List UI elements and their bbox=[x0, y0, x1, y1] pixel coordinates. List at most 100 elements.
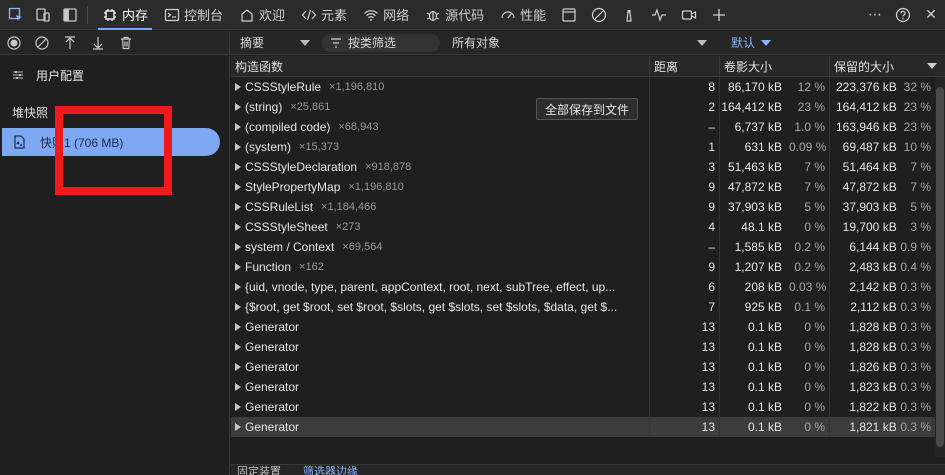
dock-side-icon[interactable] bbox=[59, 4, 81, 26]
inspect-element-icon[interactable] bbox=[5, 4, 27, 26]
retained-size-cell: 37,903 kB 5 % bbox=[830, 197, 945, 217]
application-panel-icon[interactable] bbox=[554, 0, 584, 30]
help-icon[interactable] bbox=[889, 1, 917, 29]
table-row[interactable]: Generator 13 0.1 kB 0 % 1,822 kB 0.3 % bbox=[231, 397, 945, 417]
expand-triangle-icon[interactable] bbox=[235, 283, 241, 291]
expand-triangle-icon[interactable] bbox=[235, 123, 241, 131]
column-header-distance[interactable]: 距离 bbox=[650, 55, 720, 77]
tab-welcome[interactable]: 欢迎 bbox=[231, 0, 293, 30]
constructor-cell: CSSRuleList ×1,184,466 bbox=[231, 197, 650, 217]
table-row[interactable]: Generator 13 0.1 kB 0 % 1,828 kB 0.3 % bbox=[231, 317, 945, 337]
shallow-size-cell: 1,585 kB 0.2 % bbox=[720, 237, 830, 257]
bug-icon bbox=[426, 10, 440, 21]
user-profile-row[interactable]: 用户配置 bbox=[0, 56, 229, 94]
shallow-size-percent: 0 % bbox=[804, 340, 825, 354]
expand-triangle-icon[interactable] bbox=[235, 403, 241, 411]
retained-size-percent: 23 % bbox=[903, 100, 931, 114]
save-all-to-file-button[interactable]: 全部保存到文件 bbox=[536, 98, 639, 120]
shallow-size-value: 47,872 kB bbox=[727, 180, 782, 194]
constructor-cell: StylePropertyMap ×1,196,810 bbox=[231, 177, 650, 197]
expand-triangle-icon[interactable] bbox=[235, 203, 241, 211]
table-row[interactable]: {$root, get $root, set $root, $slots, ge… bbox=[231, 297, 945, 317]
retainers-tab-strip: 固定装置 筛选器边缘 bbox=[231, 464, 945, 475]
table-row[interactable]: CSSStyleRule ×1,196,810 8 86,170 kB 12 % 223,… bbox=[231, 77, 945, 97]
shallow-size-cell: 631 kB 0.09 % bbox=[720, 137, 830, 157]
tab-console[interactable]: 控制台 bbox=[156, 0, 231, 30]
view-mode-select[interactable]: 摘要 bbox=[240, 34, 311, 51]
expand-triangle-icon[interactable] bbox=[235, 323, 241, 331]
retained-size-value: 69,487 kB bbox=[842, 140, 897, 154]
table-row[interactable]: Generator 13 0.1 kB 0 % 1,826 kB 0.3 % bbox=[231, 357, 945, 377]
close-icon[interactable]: ✕ bbox=[917, 1, 945, 29]
shallow-size-cell: 48.1 kB 0 % bbox=[720, 217, 830, 237]
expand-triangle-icon[interactable] bbox=[235, 243, 241, 251]
chevron-down-icon bbox=[761, 39, 772, 46]
expand-triangle-icon[interactable] bbox=[235, 423, 241, 431]
default-select[interactable]: 默认 bbox=[731, 34, 772, 51]
table-row[interactable]: Generator 13 0.1 kB 0 % 1,828 kB 0.3 % bbox=[231, 337, 945, 357]
wifi-icon bbox=[364, 9, 378, 21]
code-brackets-icon bbox=[301, 9, 317, 20]
shallow-size-cell: 86,170 kB 12 % bbox=[720, 77, 830, 97]
tab-sources[interactable]: 源代码 bbox=[417, 0, 492, 30]
tab-performance[interactable]: 性能 bbox=[492, 0, 554, 30]
more-options-icon[interactable]: ⋯ bbox=[861, 1, 889, 29]
add-tab-plus-icon[interactable] bbox=[704, 0, 734, 30]
device-toolbar-icon[interactable] bbox=[32, 4, 54, 26]
expand-triangle-icon[interactable] bbox=[235, 143, 241, 151]
retained-size-cell: 1,823 kB 0.3 % bbox=[830, 377, 945, 397]
table-row[interactable]: {uid, vnode, type, parent, appContext, r… bbox=[231, 277, 945, 297]
table-row[interactable]: system / Context ×69,564 –1,585 kB 0.2 % 6,1… bbox=[231, 237, 945, 257]
expand-triangle-icon[interactable] bbox=[235, 263, 241, 271]
class-filter-input[interactable]: 按类筛选 bbox=[322, 33, 441, 52]
tab-memory[interactable]: 内存 bbox=[94, 0, 156, 30]
table-row[interactable]: Function ×162 9 1,207 kB 0.2 % 2,483 kB 0.4 % bbox=[231, 257, 945, 277]
table-scrollbar[interactable] bbox=[935, 77, 945, 457]
retained-size-cell: 1,821 kB 0.3 % bbox=[830, 417, 945, 437]
constructor-cell: Function ×162 bbox=[231, 257, 650, 277]
retained-size-value: 51,464 kB bbox=[842, 160, 897, 174]
clear-profiles-button[interactable] bbox=[32, 33, 52, 53]
table-row[interactable]: (compiled code) ×68,943 –6,737 kB 1.0 % 163,… bbox=[231, 117, 945, 137]
tab-fixtures[interactable]: 固定装置 bbox=[237, 465, 281, 475]
expand-triangle-icon[interactable] bbox=[235, 163, 241, 171]
load-profile-upload-icon[interactable] bbox=[60, 33, 80, 53]
activity-wave-icon[interactable] bbox=[644, 0, 674, 30]
security-icon[interactable] bbox=[584, 0, 614, 30]
shallow-size-cell: 0.1 kB 0 % bbox=[720, 317, 830, 337]
collect-garbage-trash-icon[interactable] bbox=[116, 33, 136, 53]
expand-triangle-icon[interactable] bbox=[235, 383, 241, 391]
table-row[interactable]: CSSRuleList ×1,184,466 9 37,903 kB 5 % 37,903… bbox=[231, 197, 945, 217]
table-row[interactable]: CSSStyleSheet ×273 4 48.1 kB 0 % 19,700 kB 3 % bbox=[231, 217, 945, 237]
table-row[interactable]: (system) ×15,373 1 631 kB 0.09 % 69,487 kB 10 … bbox=[231, 137, 945, 157]
lighthouse-icon[interactable] bbox=[614, 0, 644, 30]
instance-count: ×25,861 bbox=[290, 101, 331, 113]
tab-filter-edges[interactable]: 筛选器边缘 bbox=[303, 465, 358, 475]
tab-network[interactable]: 网络 bbox=[355, 0, 417, 30]
tab-elements[interactable]: 元素 bbox=[293, 0, 355, 30]
expand-triangle-icon[interactable] bbox=[235, 183, 241, 191]
expand-triangle-icon[interactable] bbox=[235, 303, 241, 311]
column-header-constructor[interactable]: 构造函数 bbox=[231, 55, 650, 77]
expand-triangle-icon[interactable] bbox=[235, 343, 241, 351]
save-profile-download-icon[interactable] bbox=[88, 33, 108, 53]
view-mode-value: 摘要 bbox=[240, 36, 265, 50]
instance-count: ×15,373 bbox=[299, 141, 340, 153]
scrollbar-thumb[interactable] bbox=[936, 87, 944, 447]
column-header-shallow-size[interactable]: 卷影大小 bbox=[720, 55, 830, 77]
table-row[interactable]: Generator 13 0.1 kB 0 % 1,823 kB 0.3 % bbox=[231, 377, 945, 397]
retained-size-percent: 0.3 % bbox=[900, 280, 931, 294]
expand-triangle-icon[interactable] bbox=[235, 363, 241, 371]
expand-triangle-icon[interactable] bbox=[235, 83, 241, 91]
constructor-cell: {uid, vnode, type, parent, appContext, r… bbox=[231, 277, 650, 297]
expand-triangle-icon[interactable] bbox=[235, 103, 241, 111]
table-row[interactable]: Generator 13 0.1 kB 0 % 1,821 kB 0.3 % bbox=[231, 417, 945, 437]
objects-select[interactable]: 所有对象 bbox=[452, 34, 708, 51]
table-row[interactable]: StylePropertyMap ×1,196,810 9 47,872 kB 7 % 4… bbox=[231, 177, 945, 197]
table-row[interactable]: CSSStyleDeclaration ×918,878 3 51,463 kB 7 %… bbox=[231, 157, 945, 177]
video-recorder-icon[interactable] bbox=[674, 0, 704, 30]
record-heap-snapshot-button[interactable] bbox=[4, 33, 24, 53]
expand-triangle-icon[interactable] bbox=[235, 223, 241, 231]
console-icon bbox=[164, 8, 180, 21]
column-header-retained-size[interactable]: 保留的大小 bbox=[830, 56, 945, 77]
